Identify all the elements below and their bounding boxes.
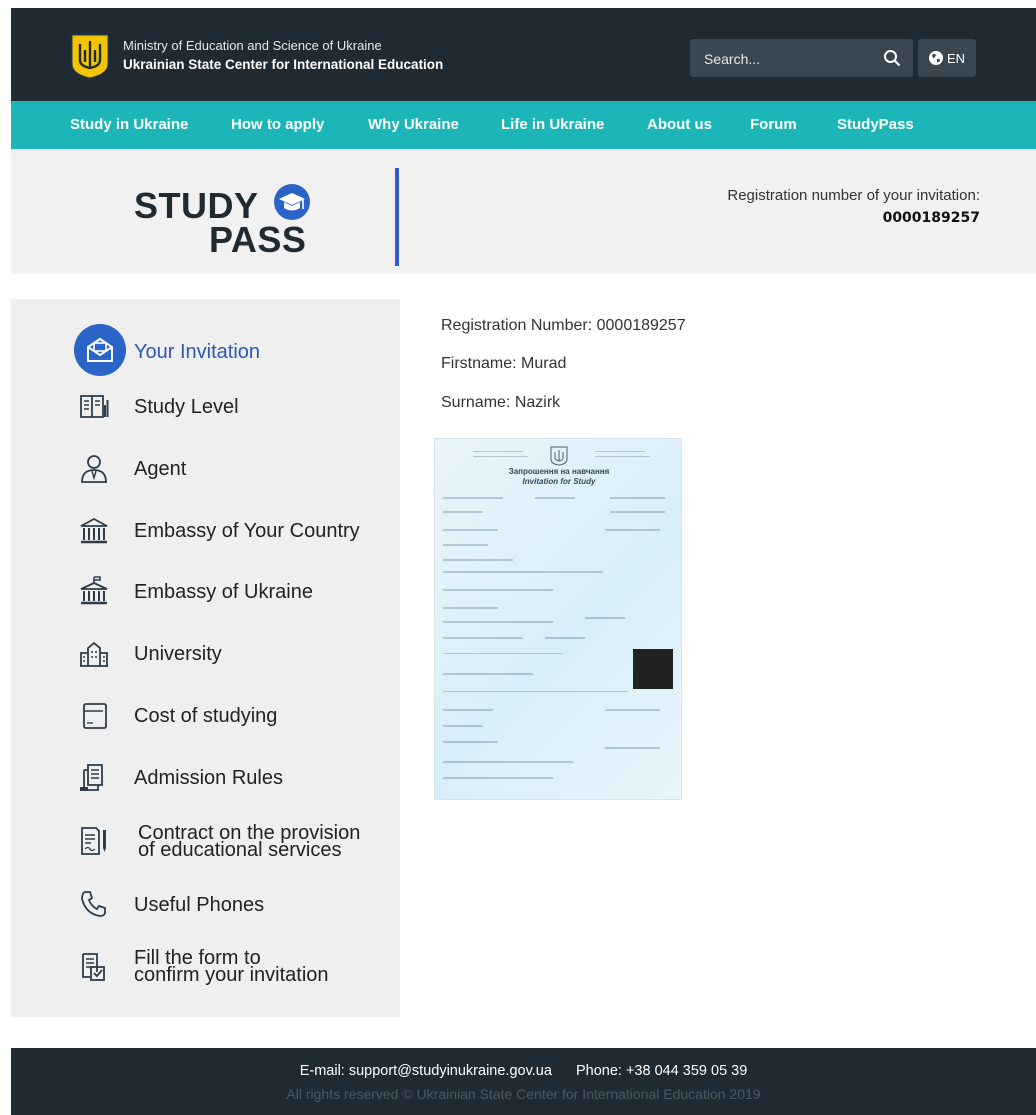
banner-divider bbox=[395, 168, 399, 266]
language-switcher[interactable]: EN bbox=[918, 39, 976, 77]
search-icon[interactable] bbox=[883, 49, 901, 67]
surname: Surname: Nazirk bbox=[441, 394, 561, 411]
nav-forum[interactable]: Forum bbox=[750, 116, 797, 133]
main-nav: Study in Ukraine How to apply Why Ukrain… bbox=[11, 101, 1036, 149]
document-crest-icon bbox=[550, 446, 568, 466]
invitation-document-image[interactable]: Запрошення на навчання Invitation for St… bbox=[434, 438, 682, 800]
registration-value: 0000189257 bbox=[882, 210, 980, 226]
sidebar-item-label: Useful Phones bbox=[134, 894, 265, 916]
building-columns-icon bbox=[80, 517, 108, 544]
ministry-name: Ministry of Education and Science of Ukr… bbox=[123, 38, 382, 53]
page: Ministry of Education and Science of Ukr… bbox=[11, 8, 1036, 1115]
graduation-cap-icon bbox=[274, 184, 310, 220]
sidebar-item-label-line2: of educational services bbox=[138, 839, 342, 861]
nav-why-ukraine[interactable]: Why Ukraine bbox=[368, 116, 459, 133]
footer-contacts: E-mail: support@studyinukraine.gov.ua Ph… bbox=[11, 1063, 1036, 1079]
sidebar-item-label: Embassy of Your Country bbox=[134, 520, 360, 542]
registration-number: Registration Number: 0000189257 bbox=[441, 317, 686, 334]
person-icon bbox=[81, 455, 107, 483]
qr-code bbox=[633, 649, 673, 689]
nav-how-to-apply[interactable]: How to apply bbox=[231, 116, 324, 133]
book-chart-icon bbox=[80, 395, 109, 418]
search-placeholder: Search... bbox=[704, 51, 761, 67]
logo-pass-text: PASS bbox=[209, 219, 307, 260]
footer-phone[interactable]: Phone: +38 044 359 05 39 bbox=[576, 1063, 747, 1079]
nav-study-in-ukraine[interactable]: Study in Ukraine bbox=[70, 116, 188, 133]
sidebar-item-label: Agent bbox=[134, 458, 187, 480]
search-input[interactable]: Search... bbox=[690, 39, 913, 77]
university-icon bbox=[80, 641, 108, 667]
top-header: Ministry of Education and Science of Ukr… bbox=[11, 8, 1036, 101]
sidebar-item-label: Study Level bbox=[134, 396, 239, 418]
footer: E-mail: support@studyinukraine.gov.ua Ph… bbox=[11, 1048, 1036, 1115]
footer-copyright: All rights reserved © Ukrainian State Ce… bbox=[286, 1086, 761, 1102]
phone-icon bbox=[81, 891, 106, 917]
center-name: Ukrainian State Center for International… bbox=[123, 57, 444, 72]
sidebar-item-label: Cost of studying bbox=[134, 705, 278, 727]
footer-email[interactable]: E-mail: support@studyinukraine.gov.ua bbox=[300, 1063, 552, 1079]
globe-icon bbox=[929, 51, 943, 65]
document-title-ua: Запрошення на навчання bbox=[508, 467, 610, 476]
language-label: EN bbox=[947, 51, 966, 66]
document-title-en: Invitation for Study bbox=[522, 477, 596, 486]
firstname: Firstname: Murad bbox=[441, 355, 567, 372]
sidebar-item-label: University bbox=[134, 643, 222, 665]
wallet-icon bbox=[83, 703, 107, 729]
sidebar: Your Invitation Study Level Agent Embass… bbox=[11, 299, 400, 1017]
sidebar-item-label: Embassy of Ukraine bbox=[134, 581, 313, 603]
nav-about-us[interactable]: About us bbox=[647, 116, 712, 133]
sidebar-item-label: Admission Rules bbox=[134, 767, 283, 789]
sidebar-item-label: Your Invitation bbox=[134, 341, 261, 363]
form-check-icon bbox=[82, 953, 105, 981]
documents-icon bbox=[80, 764, 103, 791]
embassy-flag-icon bbox=[80, 576, 108, 605]
contract-pen-icon bbox=[81, 827, 106, 855]
envelope-icon bbox=[87, 337, 113, 362]
nav-studypass[interactable]: StudyPass bbox=[837, 116, 914, 133]
trident-crest-icon[interactable] bbox=[69, 32, 111, 80]
registration-label: Registration number of your invitation: bbox=[727, 187, 980, 204]
studypass-banner: STUDY PASS Registration number of your i… bbox=[11, 149, 1036, 274]
nav-life-in-ukraine[interactable]: Life in Ukraine bbox=[501, 116, 604, 133]
sidebar-item-label-line2: confirm your invitation bbox=[134, 964, 329, 986]
